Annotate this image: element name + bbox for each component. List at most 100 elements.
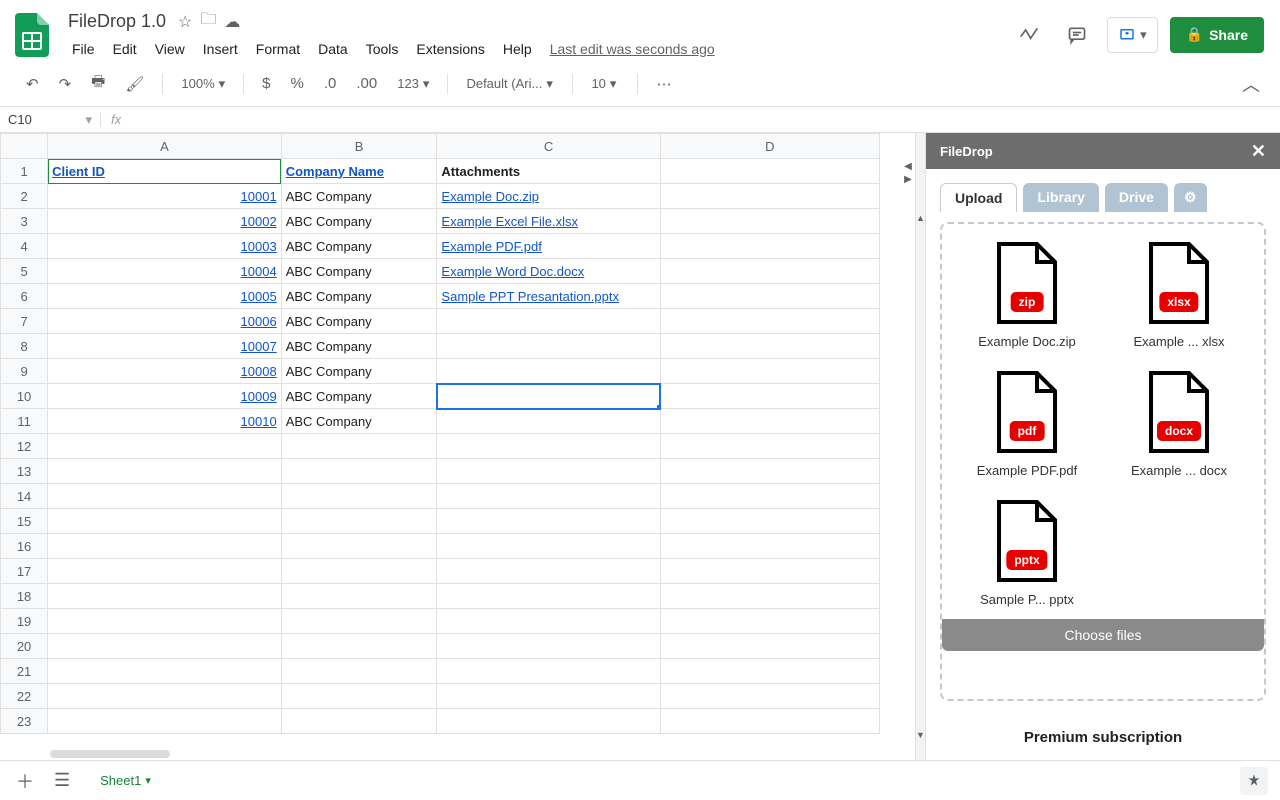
move-icon[interactable]: 🗀 [200, 8, 216, 35]
file-item-xlsx[interactable]: xlsxExample ... xlsx [1108, 242, 1250, 349]
row-header-21[interactable]: 21 [1, 659, 48, 684]
cell-D3[interactable] [660, 209, 879, 234]
cell-B22[interactable] [281, 684, 437, 709]
cell-A22[interactable] [48, 684, 282, 709]
select-all-corner[interactable] [1, 134, 48, 159]
cell-B20[interactable] [281, 634, 437, 659]
cell-B16[interactable] [281, 534, 437, 559]
print-button[interactable]: 🖶 [85, 67, 111, 100]
cell-A18[interactable] [48, 584, 282, 609]
row-header-5[interactable]: 5 [1, 259, 48, 284]
redo-button[interactable]: ↷ [53, 71, 78, 97]
cell-D12[interactable] [660, 434, 879, 459]
col-header-D[interactable]: D [660, 134, 879, 159]
col-header-B[interactable]: B [281, 134, 437, 159]
cell-B18[interactable] [281, 584, 437, 609]
present-button[interactable]: ▾ [1107, 17, 1158, 53]
paint-format-button[interactable]: 🖌 [119, 71, 150, 97]
cell-C2[interactable]: Example Doc.zip [437, 184, 660, 209]
row-header-1[interactable]: 1 [1, 159, 48, 184]
cell-B3[interactable]: ABC Company [281, 209, 437, 234]
cell-B4[interactable]: ABC Company [281, 234, 437, 259]
menu-tools[interactable]: Tools [358, 37, 407, 61]
comments-icon[interactable] [1059, 17, 1095, 53]
cell-B11[interactable]: ABC Company [281, 409, 437, 434]
cell-D9[interactable] [660, 359, 879, 384]
spreadsheet-grid[interactable]: ABCD 1Client IDCompany NameAttachments21… [0, 133, 880, 734]
close-sidepanel-icon[interactable]: ✕ [1251, 141, 1266, 162]
row-header-19[interactable]: 19 [1, 609, 48, 634]
cell-C20[interactable] [437, 634, 660, 659]
cell-B14[interactable] [281, 484, 437, 509]
share-button[interactable]: 🔒Share [1170, 17, 1264, 53]
cell-D11[interactable] [660, 409, 879, 434]
cell-C1[interactable]: Attachments [437, 159, 660, 184]
all-sheets-button[interactable]: ☰ [50, 766, 74, 795]
cell-C17[interactable] [437, 559, 660, 584]
menu-data[interactable]: Data [310, 37, 356, 61]
cell-A3[interactable]: 10002 [48, 209, 282, 234]
cell-C9[interactable] [437, 359, 660, 384]
row-header-10[interactable]: 10 [1, 384, 48, 409]
cell-D19[interactable] [660, 609, 879, 634]
cell-A4[interactable]: 10003 [48, 234, 282, 259]
row-header-4[interactable]: 4 [1, 234, 48, 259]
cell-A6[interactable]: 10005 [48, 284, 282, 309]
explore-button[interactable] [1240, 767, 1268, 795]
cell-D4[interactable] [660, 234, 879, 259]
cell-C8[interactable] [437, 334, 660, 359]
cell-A17[interactable] [48, 559, 282, 584]
cell-B5[interactable]: ABC Company [281, 259, 437, 284]
row-header-9[interactable]: 9 [1, 359, 48, 384]
row-header-7[interactable]: 7 [1, 309, 48, 334]
cell-D22[interactable] [660, 684, 879, 709]
cell-B2[interactable]: ABC Company [281, 184, 437, 209]
cell-A21[interactable] [48, 659, 282, 684]
cell-A8[interactable]: 10007 [48, 334, 282, 359]
horizontal-scrollbar[interactable] [0, 748, 915, 760]
cell-C12[interactable] [437, 434, 660, 459]
cell-B17[interactable] [281, 559, 437, 584]
row-header-2[interactable]: 2 [1, 184, 48, 209]
cell-C22[interactable] [437, 684, 660, 709]
cell-C3[interactable]: Example Excel File.xlsx [437, 209, 660, 234]
cell-C21[interactable] [437, 659, 660, 684]
row-header-18[interactable]: 18 [1, 584, 48, 609]
cell-B15[interactable] [281, 509, 437, 534]
tab-drive[interactable]: Drive [1105, 183, 1168, 212]
cell-C14[interactable] [437, 484, 660, 509]
cell-D23[interactable] [660, 709, 879, 734]
add-sheet-button[interactable]: ＋ [12, 764, 38, 798]
cell-A2[interactable]: 10001 [48, 184, 282, 209]
cell-C6[interactable]: Sample PPT Presantation.pptx [437, 284, 660, 309]
cloud-icon[interactable]: ☁ [224, 12, 240, 32]
menu-format[interactable]: Format [248, 37, 308, 61]
cell-A13[interactable] [48, 459, 282, 484]
menu-file[interactable]: File [64, 37, 103, 61]
cell-A10[interactable]: 10009 [48, 384, 282, 409]
cell-B9[interactable]: ABC Company [281, 359, 437, 384]
row-header-8[interactable]: 8 [1, 334, 48, 359]
star-icon[interactable]: ☆ [178, 12, 192, 32]
cell-A12[interactable] [48, 434, 282, 459]
file-item-zip[interactable]: zipExample Doc.zip [956, 242, 1098, 349]
menu-insert[interactable]: Insert [195, 37, 246, 61]
cell-B8[interactable]: ABC Company [281, 334, 437, 359]
cell-D7[interactable] [660, 309, 879, 334]
cell-B12[interactable] [281, 434, 437, 459]
name-box[interactable]: C10▾ [0, 112, 100, 128]
cell-B10[interactable]: ABC Company [281, 384, 437, 409]
cell-A15[interactable] [48, 509, 282, 534]
row-header-13[interactable]: 13 [1, 459, 48, 484]
cell-A14[interactable] [48, 484, 282, 509]
row-header-6[interactable]: 6 [1, 284, 48, 309]
cell-A11[interactable]: 10010 [48, 409, 282, 434]
row-header-22[interactable]: 22 [1, 684, 48, 709]
cell-A5[interactable]: 10004 [48, 259, 282, 284]
increase-decimal-button[interactable]: .00 [350, 71, 383, 96]
row-header-12[interactable]: 12 [1, 434, 48, 459]
file-item-pptx[interactable]: pptxSample P... pptx [956, 500, 1098, 607]
tab-settings[interactable]: ⚙ [1174, 183, 1207, 212]
cell-D10[interactable] [660, 384, 879, 409]
currency-button[interactable]: $ [256, 71, 276, 96]
